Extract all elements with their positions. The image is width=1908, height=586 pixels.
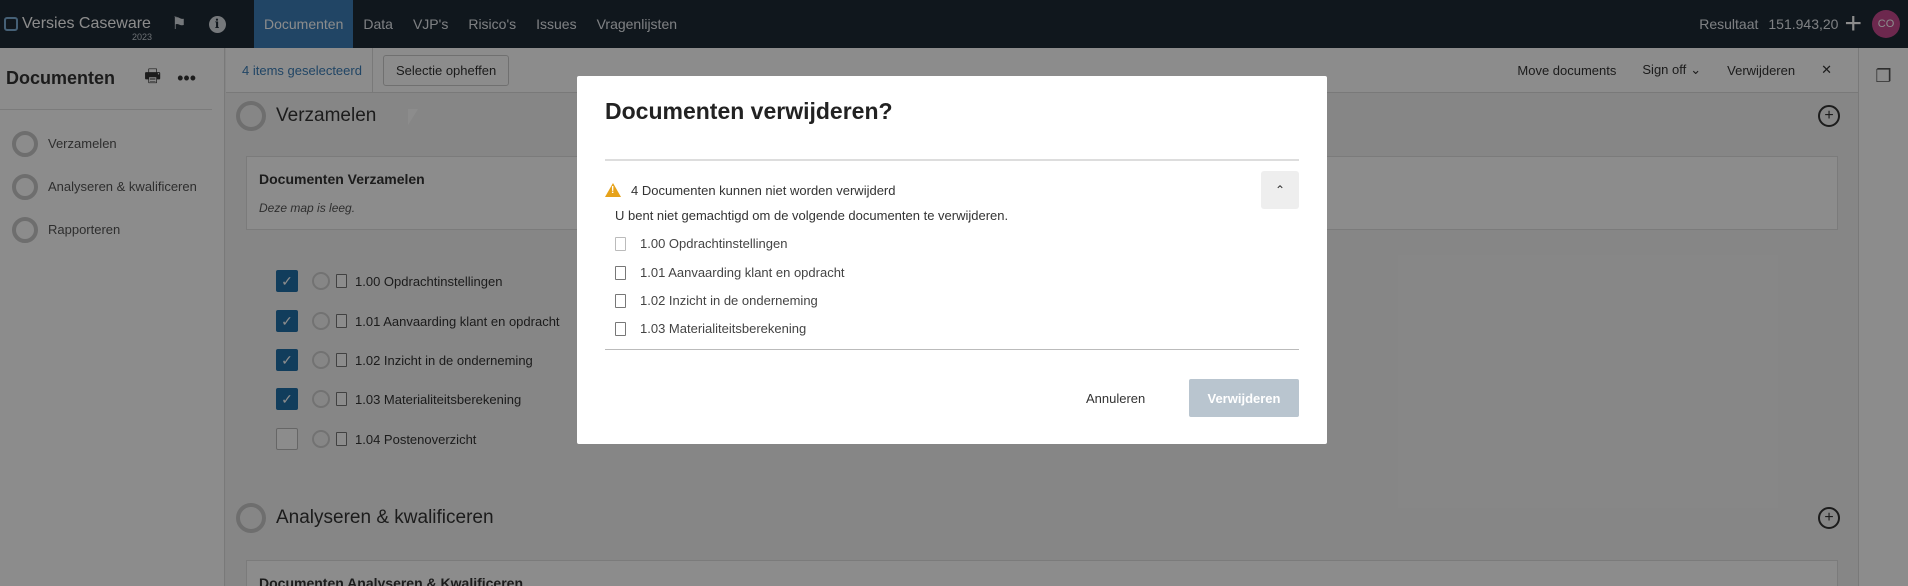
- dialog-title: Documenten verwijderen?: [605, 98, 893, 124]
- list-item: 1.00 Opdrachtinstellingen: [615, 236, 787, 251]
- list-item-label: 1.03 Materialiteitsberekening: [640, 321, 807, 336]
- collapse-button[interactable]: ⌃: [1261, 171, 1299, 209]
- cancel-button[interactable]: Annuleren: [1074, 379, 1157, 417]
- list-item: 1.02 Inzicht in de onderneming: [615, 293, 818, 308]
- chevron-up-icon: ⌃: [1274, 183, 1286, 197]
- list-item-label: 1.02 Inzicht in de onderneming: [640, 293, 818, 308]
- list-item-label: 1.00 Opdrachtinstellingen: [640, 236, 788, 251]
- document-icon: [615, 236, 626, 251]
- warning-icon: [605, 183, 621, 197]
- document-icon: [615, 321, 626, 336]
- checklist-icon: [615, 265, 626, 280]
- warning-text: 4 Documenten kunnen niet worden verwijde…: [631, 182, 896, 198]
- list-item: 1.03 Materialiteitsberekening: [615, 321, 806, 336]
- warning-header: 4 Documenten kunnen niet worden verwijde…: [605, 171, 1299, 209]
- confirm-delete-button[interactable]: Verwijderen: [1189, 379, 1299, 417]
- divider: [605, 349, 1299, 350]
- list-item-label: 1.01 Aanvaarding klant en opdracht: [640, 265, 845, 280]
- permission-message: U bent niet gemachtigd om de volgende do…: [615, 208, 1009, 223]
- checklist-icon: [615, 293, 626, 308]
- list-item: 1.01 Aanvaarding klant en opdracht: [615, 265, 845, 280]
- divider: [605, 159, 1299, 161]
- delete-documents-dialog: Documenten verwijderen? 4 Documenten kun…: [577, 76, 1327, 444]
